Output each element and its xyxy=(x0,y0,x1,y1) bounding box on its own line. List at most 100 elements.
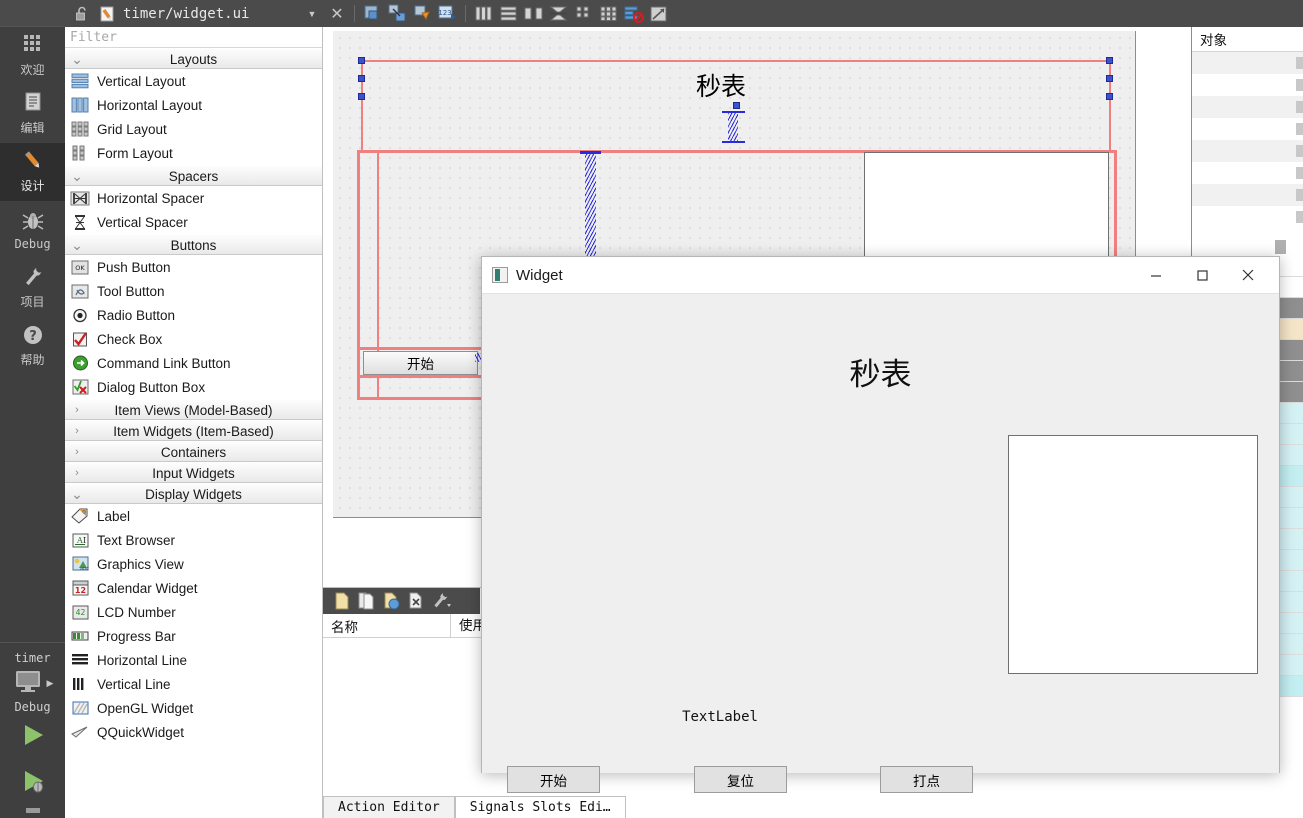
palette-item-vertical-spacer[interactable]: Vertical Spacer xyxy=(65,210,322,234)
palette-item-qquickwidget[interactable]: QQuickWidget xyxy=(65,720,322,744)
mode-item-projects[interactable]: 项目 xyxy=(0,259,65,317)
palette-item-label[interactable]: Label xyxy=(65,504,322,528)
mode-item-welcome[interactable]: 欢迎 xyxy=(0,27,65,85)
tab-action-editor[interactable]: Action Editor xyxy=(323,796,455,818)
build-button[interactable] xyxy=(0,806,65,818)
dialog-text-browser[interactable] xyxy=(1008,435,1258,674)
mode-item-edit[interactable]: 编辑 xyxy=(0,85,65,143)
delete-action-icon[interactable] xyxy=(406,591,427,612)
play-bug-icon xyxy=(18,768,48,799)
selection-handle[interactable] xyxy=(358,75,365,82)
palette-category-item-widgets-item-based[interactable]: › Item Widgets (Item-Based) xyxy=(65,420,322,441)
svg-text:?: ? xyxy=(29,329,37,344)
object-inspector-row[interactable] xyxy=(1192,74,1303,96)
layout-horizontally-icon[interactable] xyxy=(473,3,494,24)
selection-handle[interactable] xyxy=(1106,75,1113,82)
close-icon[interactable] xyxy=(1225,257,1271,293)
layout-vertically-icon[interactable] xyxy=(498,3,519,24)
palette-item-horizontal-spacer[interactable]: Horizontal Spacer xyxy=(65,186,322,210)
edit-signals-slots-icon[interactable] xyxy=(387,3,408,24)
palette-item-tool-button[interactable]: Tool Button xyxy=(65,279,322,303)
palette-item-command-link-button[interactable]: Command Link Button xyxy=(65,351,322,375)
palette-item-text-browser[interactable]: A I Text Browser xyxy=(65,528,322,552)
mode-item-label: 设计 xyxy=(20,179,45,193)
maximize-icon[interactable] xyxy=(1179,257,1225,293)
object-inspector-row[interactable] xyxy=(1192,96,1303,118)
adjust-size-icon[interactable] xyxy=(648,3,669,24)
object-inspector-row[interactable] xyxy=(1192,184,1303,206)
dialog-lap-button[interactable]: 打点 xyxy=(880,766,973,793)
dialog-title-bar[interactable]: Widget xyxy=(482,257,1279,294)
new-action-icon[interactable] xyxy=(331,591,352,612)
palette-category-containers[interactable]: › Containers xyxy=(65,441,322,462)
palette-item-horizontal-line[interactable]: Horizontal Line xyxy=(65,648,322,672)
tool-button-icon xyxy=(69,282,91,300)
canvas-form-title[interactable]: 秒表 xyxy=(696,67,746,103)
close-icon[interactable]: ✕ xyxy=(326,3,347,24)
palette-item-dialog-button-box[interactable]: Dialog Button Box xyxy=(65,375,322,399)
selection-handle[interactable] xyxy=(733,102,740,109)
edit-action-icon[interactable] xyxy=(381,591,402,612)
unlocked-icon[interactable] xyxy=(71,3,92,24)
property-editor-scrollbar[interactable] xyxy=(1275,240,1286,254)
break-layout-icon[interactable] xyxy=(623,3,644,24)
palette-category-input-widgets[interactable]: › Input Widgets xyxy=(65,462,322,483)
layout-in-splitter-vertical-icon[interactable] xyxy=(548,3,569,24)
palette-item-label: Text Browser xyxy=(97,532,176,548)
selection-handle[interactable] xyxy=(358,93,365,100)
filter-input[interactable]: Filter xyxy=(65,27,322,48)
palette-item-grid-layout[interactable]: Grid Layout xyxy=(65,117,322,141)
edit-tab-order-icon[interactable]: 123 xyxy=(437,3,458,24)
run-button[interactable] xyxy=(0,714,65,760)
palette-item-progress-bar[interactable]: Progress Bar xyxy=(65,624,322,648)
debug-button[interactable] xyxy=(0,760,65,806)
mode-item-debug[interactable]: Debug xyxy=(0,201,65,259)
selection-handle[interactable] xyxy=(1106,57,1113,64)
dialog-reset-button[interactable]: 复位 xyxy=(694,766,787,793)
palette-item-push-button[interactable]: OK Push Button xyxy=(65,255,322,279)
palette-item-radio-button[interactable]: Radio Button xyxy=(65,303,322,327)
chevron-down-icon[interactable]: ▼ xyxy=(301,3,322,24)
settings-icon[interactable] xyxy=(431,591,452,612)
palette-item-check-box[interactable]: Check Box xyxy=(65,327,322,351)
mode-bar-top-strip xyxy=(0,0,65,27)
palette-item-form-layout[interactable]: Form Layout xyxy=(65,141,322,165)
palette-item-opengl-widget[interactable]: OpenGL Widget xyxy=(65,696,322,720)
object-inspector-row[interactable] xyxy=(1192,52,1303,74)
object-inspector-row[interactable] xyxy=(1192,206,1303,228)
object-inspector-row[interactable] xyxy=(1192,118,1303,140)
palette-category-item-views-model-based[interactable]: › Item Views (Model-Based) xyxy=(65,399,322,420)
object-inspector-row[interactable] xyxy=(1192,162,1303,184)
palette-category-buttons[interactable]: ⌄ Buttons xyxy=(65,234,322,255)
palette-item-vertical-layout[interactable]: Vertical Layout xyxy=(65,69,322,93)
mode-item-design[interactable]: 设计 xyxy=(0,143,65,201)
kit-selector[interactable]: ▶ xyxy=(0,669,65,698)
edit-buddies-icon[interactable] xyxy=(412,3,433,24)
dialog-start-button[interactable]: 开始 xyxy=(507,766,600,793)
palette-item-label: Horizontal Layout xyxy=(97,97,203,113)
widget-preview-window[interactable]: Widget 秒表 TextLabel 开始 复位 打点 xyxy=(481,256,1280,793)
layout-in-form-icon[interactable] xyxy=(573,3,594,24)
mode-selector-bar: 欢迎 编辑 设计 Debug 项目 ? 帮助 timer ▶ Debug xyxy=(0,0,65,818)
palette-category-layouts[interactable]: ⌄ Layouts xyxy=(65,48,322,69)
tab-signals-slots-editor[interactable]: Signals Slots Edi… xyxy=(454,796,626,818)
edit-widgets-icon[interactable] xyxy=(362,3,383,24)
canvas-start-button[interactable]: 开始 xyxy=(363,351,478,375)
palette-item-horizontal-layout[interactable]: Horizontal Layout xyxy=(65,93,322,117)
layout-in-grid-icon[interactable] xyxy=(598,3,619,24)
open-file-name[interactable]: timer/widget.ui xyxy=(123,6,249,22)
palette-item-calendar-widget[interactable]: 12 Calendar Widget xyxy=(65,576,322,600)
mode-item-help[interactable]: ? 帮助 xyxy=(0,317,65,375)
selection-handle[interactable] xyxy=(1106,93,1113,100)
copy-icon[interactable] xyxy=(356,591,377,612)
palette-category-display-widgets[interactable]: ⌄ Display Widgets xyxy=(65,483,322,504)
selection-handle[interactable] xyxy=(358,57,365,64)
palette-item-graphics-view[interactable]: abc Graphics View xyxy=(65,552,322,576)
palette-category-spacers[interactable]: ⌄ Spacers xyxy=(65,165,322,186)
palette-item-vertical-line[interactable]: Vertical Line xyxy=(65,672,322,696)
minimize-icon[interactable] xyxy=(1133,257,1179,293)
layout-in-splitter-horizontal-icon[interactable] xyxy=(523,3,544,24)
run-configuration-block: timer ▶ Debug xyxy=(0,643,65,818)
object-inspector-row[interactable] xyxy=(1192,140,1303,162)
palette-item-lcd-number[interactable]: 42 LCD Number xyxy=(65,600,322,624)
